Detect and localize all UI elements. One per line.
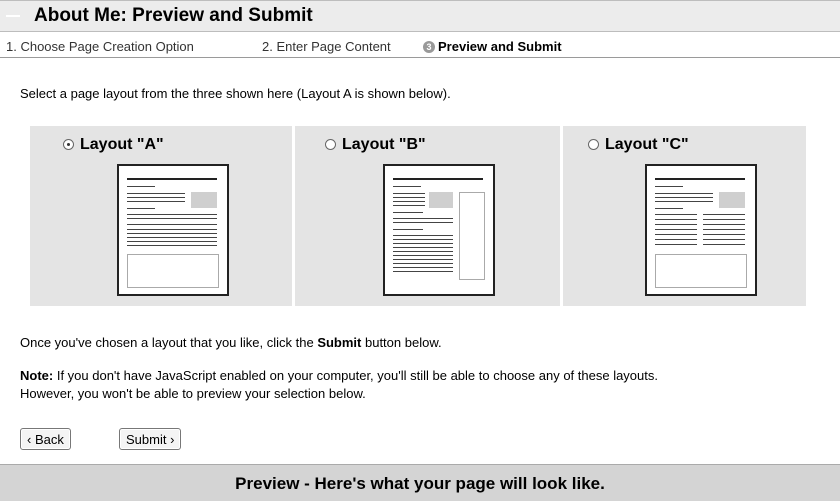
layout-a-option[interactable]: Layout "A" <box>63 136 164 154</box>
step-progress: 1. Choose Page Creation Option 2. Enter … <box>0 32 840 58</box>
layout-a-radio[interactable] <box>63 139 74 150</box>
submit-keyword: Submit <box>317 335 362 350</box>
layout-c-radio[interactable] <box>588 139 599 150</box>
layout-b-radio[interactable] <box>325 139 336 150</box>
page-header: About Me: Preview and Submit <box>0 0 840 32</box>
preview-bar: Preview - Here's what your page will loo… <box>0 464 840 501</box>
layout-b-label: Layout "B" <box>342 136 426 153</box>
layout-c-panel[interactable]: Layout "C" <box>563 126 806 306</box>
layout-b-thumbnail[interactable] <box>383 164 495 296</box>
note-line-2: However, you won't be able to preview yo… <box>20 386 366 401</box>
layout-options: Layout "A" Layout "B" Layout "C" <box>30 126 806 306</box>
step-3-label: Preview and Submit <box>438 39 562 54</box>
layout-c-thumbnail[interactable] <box>645 164 757 296</box>
step-1: 1. Choose Page Creation Option <box>6 39 194 54</box>
layout-a-panel[interactable]: Layout "A" <box>30 126 292 306</box>
submit-button[interactable]: Submit › <box>119 428 182 450</box>
collapse-dash-icon <box>6 15 20 17</box>
preview-title: Preview - Here's what your page will loo… <box>235 474 605 493</box>
layout-a-thumbnail[interactable] <box>117 164 229 296</box>
note-label: Note: <box>20 368 54 383</box>
note-line-1: If you don't have JavaScript enabled on … <box>53 368 658 383</box>
layout-b-panel[interactable]: Layout "B" <box>295 126 560 306</box>
step-2: 2. Enter Page Content <box>262 39 391 54</box>
layout-c-label: Layout "C" <box>605 136 689 153</box>
layout-b-option[interactable]: Layout "B" <box>325 136 426 154</box>
submit-instructions-end: button below. <box>361 335 442 350</box>
back-button[interactable]: ‹ Back <box>20 428 71 450</box>
submit-instructions: Once you've chosen a layout that you lik… <box>20 335 442 350</box>
javascript-note: Note: If you don't have JavaScript enabl… <box>20 367 820 403</box>
step-number-badge: 3 <box>423 41 435 53</box>
submit-instructions-text: Once you've chosen a layout that you lik… <box>20 335 318 350</box>
layout-c-option[interactable]: Layout "C" <box>588 136 689 154</box>
step-3-current: 3 Preview and Submit <box>423 39 562 54</box>
page-title: About Me: Preview and Submit <box>34 5 313 26</box>
layout-a-label: Layout "A" <box>80 136 164 153</box>
layout-instructions: Select a page layout from the three show… <box>20 86 451 101</box>
